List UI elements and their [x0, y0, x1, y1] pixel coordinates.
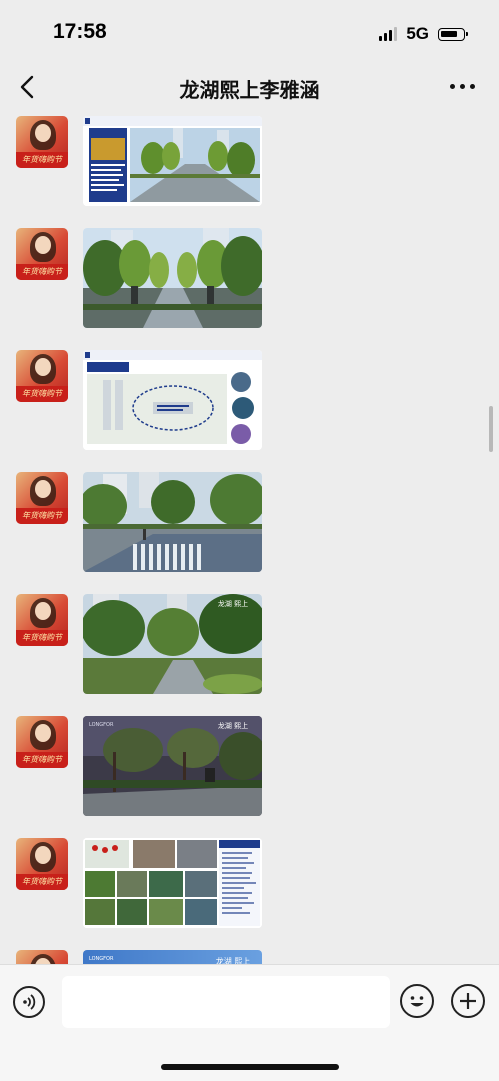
watermark-text: 龙湖 熙上	[218, 721, 248, 730]
avatar[interactable]: 年货嗨购节	[16, 228, 68, 280]
image-message[interactable]	[83, 116, 262, 206]
watermark-text: 龙湖 熙上	[216, 956, 251, 964]
watermark-text: 龙湖 熙上	[218, 599, 248, 608]
nav-bar: 龙湖熙上李雅涵	[0, 62, 499, 112]
avatar[interactable]: 年货嗨购节	[16, 950, 68, 964]
voice-icon[interactable]	[13, 986, 45, 1018]
avatar-banner: 年货嗨购节	[16, 508, 68, 524]
image-message[interactable]: LONGFOR 龙湖 熙上	[83, 716, 262, 816]
slide-image	[83, 116, 262, 206]
message-input[interactable]	[62, 976, 390, 1028]
network-type: 5G	[406, 24, 429, 43]
slide-image	[83, 350, 262, 450]
avatar-banner: 年货嗨购节	[16, 152, 68, 168]
avatar[interactable]: 年货嗨购节	[16, 350, 68, 402]
avatar[interactable]: 年货嗨购节	[16, 594, 68, 646]
avatar-banner: 年货嗨购节	[16, 264, 68, 280]
photo-image	[83, 228, 262, 328]
image-message[interactable]	[83, 838, 262, 928]
signal-icon	[379, 27, 398, 41]
ellipsis-icon[interactable]	[450, 84, 475, 89]
photo-image	[83, 472, 262, 572]
image-message[interactable]: LONGFOR 龙湖 熙上	[83, 950, 262, 964]
status-time: 17:58	[53, 20, 107, 43]
battery-icon	[438, 27, 468, 41]
status-bar: 17:58 5G	[0, 0, 499, 62]
avatar-banner: 年货嗨购节	[16, 752, 68, 768]
chat-list[interactable]: 年货嗨购节 年货嗨购节 年货嗨购节 年货嗨购节 年货嗨购节 龙湖 熙上 年货嗨购…	[0, 112, 499, 964]
scrollbar[interactable]	[489, 406, 493, 452]
avatar[interactable]: 年货嗨购节	[16, 716, 68, 768]
slide-image: LONGFOR 龙湖 熙上	[83, 950, 262, 964]
chat-title: 龙湖熙上李雅涵	[179, 78, 320, 102]
logo-text: LONGFOR	[89, 956, 114, 962]
photo-image: 龙湖 熙上	[83, 594, 262, 694]
avatar[interactable]: 年货嗨购节	[16, 472, 68, 524]
slide-image	[83, 838, 262, 928]
avatar[interactable]: 年货嗨购节	[16, 838, 68, 890]
home-indicator[interactable]	[161, 1064, 339, 1070]
photo-image: LONGFOR 龙湖 熙上	[83, 716, 262, 816]
avatar-banner: 年货嗨购节	[16, 874, 68, 890]
plus-icon[interactable]	[451, 984, 485, 1018]
status-icons: 5G	[379, 24, 468, 44]
logo-text: LONGFOR	[89, 722, 114, 728]
image-message[interactable]	[83, 350, 262, 450]
avatar-banner: 年货嗨购节	[16, 386, 68, 402]
avatar[interactable]: 年货嗨购节	[16, 116, 68, 168]
avatar-banner: 年货嗨购节	[16, 630, 68, 646]
image-message[interactable]	[83, 472, 262, 572]
emoji-icon[interactable]	[400, 984, 434, 1018]
image-message[interactable]: 龙湖 熙上	[83, 594, 262, 694]
image-message[interactable]	[83, 228, 262, 328]
